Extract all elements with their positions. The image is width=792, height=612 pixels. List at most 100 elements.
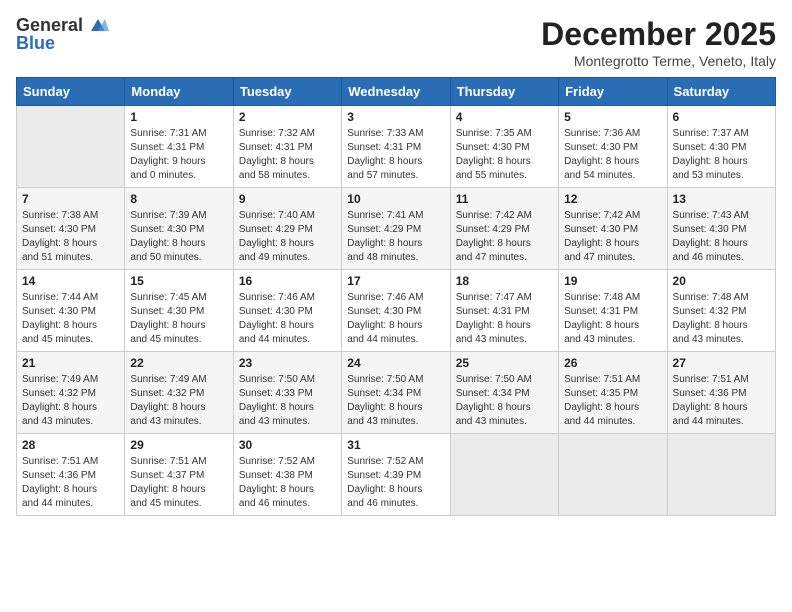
weekday-header-wednesday: Wednesday (342, 78, 450, 106)
calendar-cell: 12 Sunrise: 7:42 AMSunset: 4:30 PMDayligh… (559, 188, 667, 270)
calendar-week-2: 7Sunrise: 7:38 AMSunset: 4:30 PMDaylight… (17, 188, 776, 270)
calendar-cell: 15Sunrise: 7:45 AMSunset: 4:30 PMDayligh… (125, 270, 233, 352)
day-info: Sunrise: 7:52 AMSunset: 4:39 PMDaylight:… (347, 455, 444, 511)
day-info: Sunrise: 7:48 AMSunset: 4:31 PMDaylight:… (564, 291, 661, 347)
day-info: Sunrise: 7:38 AMSunset: 4:30 PMDaylight:… (22, 209, 119, 265)
day-number: 16 (239, 274, 336, 288)
calendar-cell: 18 Sunrise: 7:47 AMSunset: 4:31 PMDayligh… (450, 270, 558, 352)
logo-blue-text: Blue (16, 34, 55, 54)
weekday-header-monday: Monday (125, 78, 233, 106)
day-info: Sunrise: 7:46 AMSunset: 4:30 PMDaylight:… (239, 291, 336, 347)
calendar-cell: 19 Sunrise: 7:48 AMSunset: 4:31 PMDayligh… (559, 270, 667, 352)
day-info: Sunrise: 7:42 AMSunset: 4:30 PMDaylight:… (564, 209, 661, 265)
calendar-table: SundayMondayTuesdayWednesdayThursdayFrid… (16, 77, 776, 516)
page-header: General Blue December 2025 Montegrotto T… (16, 16, 776, 69)
title-block: December 2025 Montegrotto Terme, Veneto,… (541, 16, 776, 69)
calendar-cell: 13 Sunrise: 7:43 AMSunset: 4:30 PMDayligh… (667, 188, 775, 270)
day-number: 29 (130, 438, 227, 452)
day-number: 13 (673, 192, 770, 206)
calendar-cell: 3 Sunrise: 7:33 AMSunset: 4:31 PMDaylight… (342, 106, 450, 188)
day-number: 20 (673, 274, 770, 288)
calendar-cell: 30 Sunrise: 7:52 AMSunset: 4:38 PMDayligh… (233, 434, 341, 516)
calendar-cell: 21 Sunrise: 7:49 AMSunset: 4:32 PMDayligh… (17, 352, 125, 434)
day-number: 4 (456, 110, 553, 124)
day-info: Sunrise: 7:42 AMSunset: 4:29 PMDaylight:… (456, 209, 553, 265)
day-info: Sunrise: 7:37 AMSunset: 4:30 PMDaylight:… (673, 127, 770, 183)
calendar-cell: 22 Sunrise: 7:49 AMSunset: 4:32 PMDayligh… (125, 352, 233, 434)
calendar-cell: 23Sunrise: 7:50 AMSunset: 4:33 PMDayligh… (233, 352, 341, 434)
day-number: 28 (22, 438, 119, 452)
day-number: 11 (456, 192, 553, 206)
day-number: 12 (564, 192, 661, 206)
day-info: Sunrise: 7:36 AMSunset: 4:30 PMDaylight:… (564, 127, 661, 183)
day-info: Sunrise: 7:33 AMSunset: 4:31 PMDaylight:… (347, 127, 444, 183)
day-info: Sunrise: 7:49 AMSunset: 4:32 PMDaylight:… (130, 373, 227, 429)
day-number: 30 (239, 438, 336, 452)
location-subtitle: Montegrotto Terme, Veneto, Italy (541, 53, 776, 69)
day-info: Sunrise: 7:43 AMSunset: 4:30 PMDaylight:… (673, 209, 770, 265)
calendar-cell: 25 Sunrise: 7:50 AMSunset: 4:34 PMDayligh… (450, 352, 558, 434)
day-number: 8 (130, 192, 227, 206)
day-info: Sunrise: 7:31 AMSunset: 4:31 PMDaylight:… (130, 127, 227, 183)
calendar-cell: 31 Sunrise: 7:52 AMSunset: 4:39 PMDayligh… (342, 434, 450, 516)
day-info: Sunrise: 7:50 AMSunset: 4:34 PMDaylight:… (347, 373, 444, 429)
day-number: 1 (130, 110, 227, 124)
calendar-cell: 1 Sunrise: 7:31 AMSunset: 4:31 PMDaylight… (125, 106, 233, 188)
day-number: 19 (564, 274, 661, 288)
day-number: 22 (130, 356, 227, 370)
calendar-cell (559, 434, 667, 516)
day-number: 26 (564, 356, 661, 370)
day-number: 9 (239, 192, 336, 206)
day-number: 31 (347, 438, 444, 452)
day-info: Sunrise: 7:51 AMSunset: 4:35 PMDaylight:… (564, 373, 661, 429)
day-number: 27 (673, 356, 770, 370)
weekday-header-sunday: Sunday (17, 78, 125, 106)
calendar-cell: 11 Sunrise: 7:42 AMSunset: 4:29 PMDayligh… (450, 188, 558, 270)
day-info: Sunrise: 7:52 AMSunset: 4:38 PMDaylight:… (239, 455, 336, 511)
day-info: Sunrise: 7:35 AMSunset: 4:30 PMDaylight:… (456, 127, 553, 183)
day-number: 10 (347, 192, 444, 206)
calendar-cell: 5Sunrise: 7:36 AMSunset: 4:30 PMDaylight… (559, 106, 667, 188)
calendar-week-4: 21 Sunrise: 7:49 AMSunset: 4:32 PMDayligh… (17, 352, 776, 434)
logo-icon (87, 17, 109, 35)
calendar-cell: 9 Sunrise: 7:40 AMSunset: 4:29 PMDaylight… (233, 188, 341, 270)
calendar-cell: 7Sunrise: 7:38 AMSunset: 4:30 PMDaylight… (17, 188, 125, 270)
day-info: Sunrise: 7:48 AMSunset: 4:32 PMDaylight:… (673, 291, 770, 347)
calendar-cell: 8 Sunrise: 7:39 AMSunset: 4:30 PMDaylight… (125, 188, 233, 270)
day-info: Sunrise: 7:49 AMSunset: 4:32 PMDaylight:… (22, 373, 119, 429)
calendar-cell: 2Sunrise: 7:32 AMSunset: 4:31 PMDaylight… (233, 106, 341, 188)
day-number: 6 (673, 110, 770, 124)
day-info: Sunrise: 7:50 AMSunset: 4:34 PMDaylight:… (456, 373, 553, 429)
calendar-cell: 29 Sunrise: 7:51 AMSunset: 4:37 PMDayligh… (125, 434, 233, 516)
day-number: 21 (22, 356, 119, 370)
weekday-header-saturday: Saturday (667, 78, 775, 106)
calendar-cell: 16 Sunrise: 7:46 AMSunset: 4:30 PMDayligh… (233, 270, 341, 352)
day-number: 24 (347, 356, 444, 370)
day-number: 3 (347, 110, 444, 124)
logo: General Blue (16, 16, 109, 54)
day-info: Sunrise: 7:40 AMSunset: 4:29 PMDaylight:… (239, 209, 336, 265)
day-info: Sunrise: 7:39 AMSunset: 4:30 PMDaylight:… (130, 209, 227, 265)
calendar-cell: 24 Sunrise: 7:50 AMSunset: 4:34 PMDayligh… (342, 352, 450, 434)
day-number: 18 (456, 274, 553, 288)
weekday-header-thursday: Thursday (450, 78, 558, 106)
day-info: Sunrise: 7:51 AMSunset: 4:37 PMDaylight:… (130, 455, 227, 511)
day-info: Sunrise: 7:45 AMSunset: 4:30 PMDaylight:… (130, 291, 227, 347)
day-info: Sunrise: 7:51 AMSunset: 4:36 PMDaylight:… (673, 373, 770, 429)
day-number: 25 (456, 356, 553, 370)
calendar-cell: 28 Sunrise: 7:51 AMSunset: 4:36 PMDayligh… (17, 434, 125, 516)
day-info: Sunrise: 7:51 AMSunset: 4:36 PMDaylight:… (22, 455, 119, 511)
calendar-cell: 17Sunrise: 7:46 AMSunset: 4:30 PMDayligh… (342, 270, 450, 352)
calendar-week-5: 28 Sunrise: 7:51 AMSunset: 4:36 PMDayligh… (17, 434, 776, 516)
calendar-cell: 10Sunrise: 7:41 AMSunset: 4:29 PMDayligh… (342, 188, 450, 270)
day-number: 17 (347, 274, 444, 288)
day-info: Sunrise: 7:44 AMSunset: 4:30 PMDaylight:… (22, 291, 119, 347)
calendar-cell: 26 Sunrise: 7:51 AMSunset: 4:35 PMDayligh… (559, 352, 667, 434)
calendar-cell: 6 Sunrise: 7:37 AMSunset: 4:30 PMDaylight… (667, 106, 775, 188)
day-info: Sunrise: 7:47 AMSunset: 4:31 PMDaylight:… (456, 291, 553, 347)
weekday-header-friday: Friday (559, 78, 667, 106)
day-info: Sunrise: 7:32 AMSunset: 4:31 PMDaylight:… (239, 127, 336, 183)
weekday-header-row: SundayMondayTuesdayWednesdayThursdayFrid… (17, 78, 776, 106)
calendar-cell: 4 Sunrise: 7:35 AMSunset: 4:30 PMDaylight… (450, 106, 558, 188)
calendar-week-3: 14Sunrise: 7:44 AMSunset: 4:30 PMDayligh… (17, 270, 776, 352)
